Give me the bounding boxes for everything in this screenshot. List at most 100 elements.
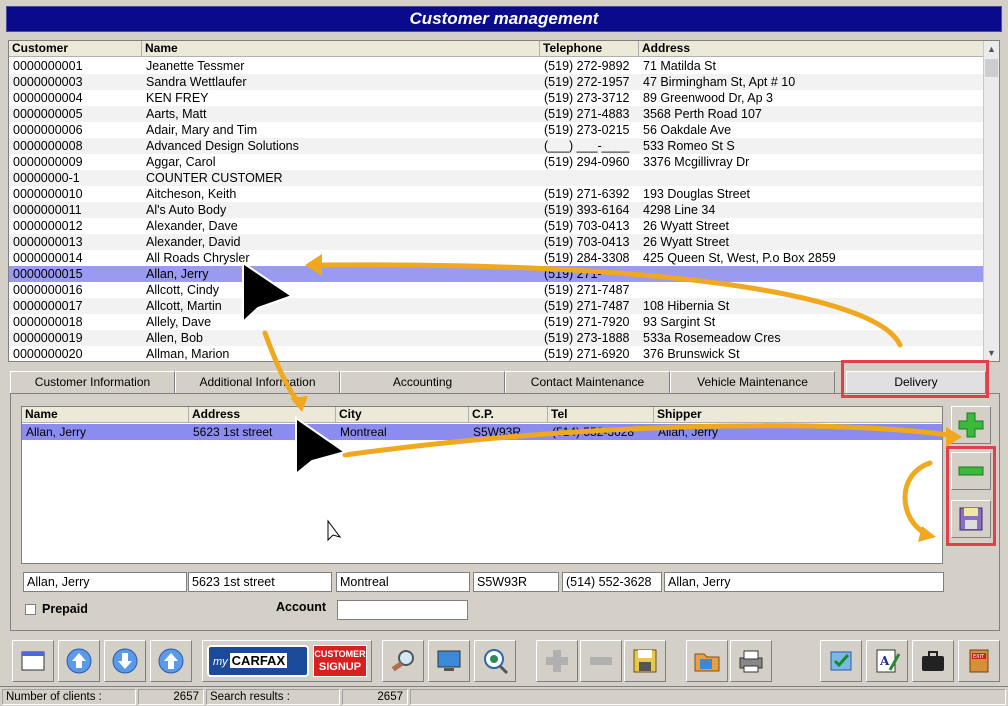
previous-button[interactable] [150,640,192,682]
table-row[interactable]: 0000000005 Aarts, Matt (519) 271-4883 3568 … [9,106,985,122]
tab-accounting[interactable]: Accounting [340,371,505,393]
scroll-down-icon[interactable]: ▼ [984,345,999,361]
table-row-selected[interactable]: 0000000015 Allan, Jerry (519) 271- [9,266,985,282]
table-row[interactable]: 0000000020 Allman, Marion (519) 271-6920 37… [9,346,985,361]
remove-button-disabled[interactable] [580,640,622,682]
delivery-grid[interactable]: Name Address City C.P. Tel Shipper Allan… [21,406,943,564]
table-row[interactable]: 0000000011 Al's Auto Body (519) 393-6164 42… [9,202,985,218]
save-button[interactable] [624,640,666,682]
signup-line2: SIGNUP [318,661,362,673]
delivery-city-field[interactable]: Montreal [336,572,470,592]
upload-button[interactable] [58,640,100,682]
arrow-up-icon [158,648,184,674]
customer-address-cell: 108 Hibernia St [643,299,730,313]
col-telephone[interactable]: Telephone [540,41,639,57]
customer-address-cell: 3568 Perth Road 107 [643,107,762,121]
customer-telephone-cell: (519) 273-3712 [544,91,630,105]
scroll-thumb[interactable] [985,59,998,77]
exit-button[interactable]: EXIT [958,640,1000,682]
delivery-tel-field[interactable]: (514) 552-3628 [562,572,662,592]
customer-id-cell: 0000000020 [13,347,83,361]
col-customer[interactable]: Customer [9,41,142,57]
add-delivery-button[interactable] [951,406,991,444]
dcol-tel[interactable]: Tel [548,407,654,423]
dcol-cp[interactable]: C.P. [469,407,548,423]
tab-vehicle-maintenance[interactable]: Vehicle Maintenance [670,371,835,393]
carfax-signup-button[interactable]: my CARFAX CUSTOMER SIGNUP [202,640,372,682]
delivery-name-field[interactable]: Allan, Jerry [23,572,187,592]
document-pen-icon: A [876,649,901,673]
delivery-cell-name: Allan, Jerry [26,425,87,439]
checklist-button[interactable] [820,640,862,682]
dcol-address[interactable]: Address [189,407,336,423]
table-row[interactable]: 0000000008 Advanced Design Solutions (___)… [9,138,985,154]
table-row[interactable]: 0000000004 KEN FREY (519) 273-3712 89 Gree… [9,90,985,106]
edit-button[interactable]: A [866,640,908,682]
table-row[interactable]: 00000000-1 COUNTER CUSTOMER [9,170,985,186]
customer-id-cell: 0000000008 [13,139,83,153]
dcol-city[interactable]: City [336,407,469,423]
tab-additional-information[interactable]: Additional Information [175,371,340,393]
col-name[interactable]: Name [142,41,540,57]
highlight-side-buttons [946,446,996,546]
print-button[interactable] [730,640,772,682]
table-row[interactable]: 0000000014 All Roads Chrysler (519) 284-33… [9,250,985,266]
folder-button[interactable] [686,640,728,682]
customer-telephone-cell: (519) 271-6920 [544,347,630,361]
customer-id-cell: 0000000011 [13,203,82,217]
view-button[interactable] [474,640,516,682]
customer-address-cell [639,170,985,186]
prepaid-checkbox[interactable] [25,604,36,615]
customer-grid[interactable]: Customer Name Telephone Address 00000000… [8,40,1000,362]
customer-address-cell: 3376 Mcgillivray Dr [643,155,750,169]
monitor-button[interactable] [428,640,470,682]
window-button[interactable] [12,640,54,682]
dcol-name[interactable]: Name [22,407,189,423]
scroll-up-icon[interactable]: ▲ [984,41,999,57]
customer-name-cell: Alexander, David [146,235,241,249]
table-row[interactable]: 0000000016 Allcott, Cindy (519) 271-7487 [9,282,985,298]
dcol-shipper[interactable]: Shipper [654,407,942,423]
customer-name-cell: COUNTER CUSTOMER [146,171,283,185]
customer-id-cell: 0000000004 [13,91,83,105]
tab-customer-information[interactable]: Customer Information [10,371,175,393]
exit-icon: EXIT [969,649,989,673]
table-row[interactable]: 0000000009 Aggar, Carol (519) 294-0960 3376… [9,154,985,170]
customer-telephone-cell: (519) 271- [544,267,602,281]
delivery-row[interactable]: Allan, Jerry 5623 1st street Montreal S5… [22,424,942,440]
delivery-address-field[interactable]: 5623 1st street [188,572,332,592]
account-input[interactable] [337,600,468,620]
table-row[interactable]: 0000000013 Alexander, David (519) 703-0413… [9,234,985,250]
tab-contact-maintenance[interactable]: Contact Maintenance [505,371,670,393]
customer-telephone-cell: (519) 703-0413 [544,219,630,233]
upload-icon [66,648,92,674]
folder-icon [694,653,720,672]
customer-id-cell: 0000000014 [13,251,83,265]
table-row[interactable]: 0000000017 Allcott, Martin (519) 271-7487 1… [9,298,985,314]
table-row[interactable]: 0000000018 Allely, Dave (519) 271-7920 93 S… [9,314,985,330]
col-address[interactable]: Address [639,41,985,57]
delivery-cp-field[interactable]: S5W93R [473,572,559,592]
search-person-button[interactable] [382,640,424,682]
customer-name-cell: Allely, Dave [146,315,212,329]
customer-address-cell: 71 Matilda St [643,59,716,73]
add-button-disabled[interactable] [536,640,578,682]
customer-telephone-cell [540,170,639,186]
carfax-name: CARFAX [229,653,288,668]
briefcase-button[interactable] [912,640,954,682]
table-row[interactable]: 0000000006 Adair, Mary and Tim (519) 273-0… [9,122,985,138]
delivery-shipper-field[interactable]: Allan, Jerry [664,572,944,592]
table-row[interactable]: 0000000010 Aitcheson, Keith (519) 271-6392… [9,186,985,202]
customer-telephone-cell: (519) 273-1888 [544,331,630,345]
account-label: Account [276,600,326,614]
customer-name-cell: Advanced Design Solutions [146,139,299,153]
customer-address-cell [639,266,985,282]
table-row[interactable]: 0000000012 Alexander, Dave (519) 703-0413 2… [9,218,985,234]
next-button[interactable] [104,640,146,682]
table-row[interactable]: 0000000001 Jeanette Tessmer (519) 272-9892… [9,58,985,74]
customer-name-cell: Sandra Wettlaufer [146,75,247,89]
vertical-scrollbar[interactable]: ▲ ▼ [983,41,999,361]
table-row[interactable]: 0000000003 Sandra Wettlaufer (519) 272-195… [9,74,985,90]
table-row[interactable]: 0000000019 Allen, Bob (519) 273-1888 533a R… [9,330,985,346]
eye-magnifier-icon [484,649,509,675]
